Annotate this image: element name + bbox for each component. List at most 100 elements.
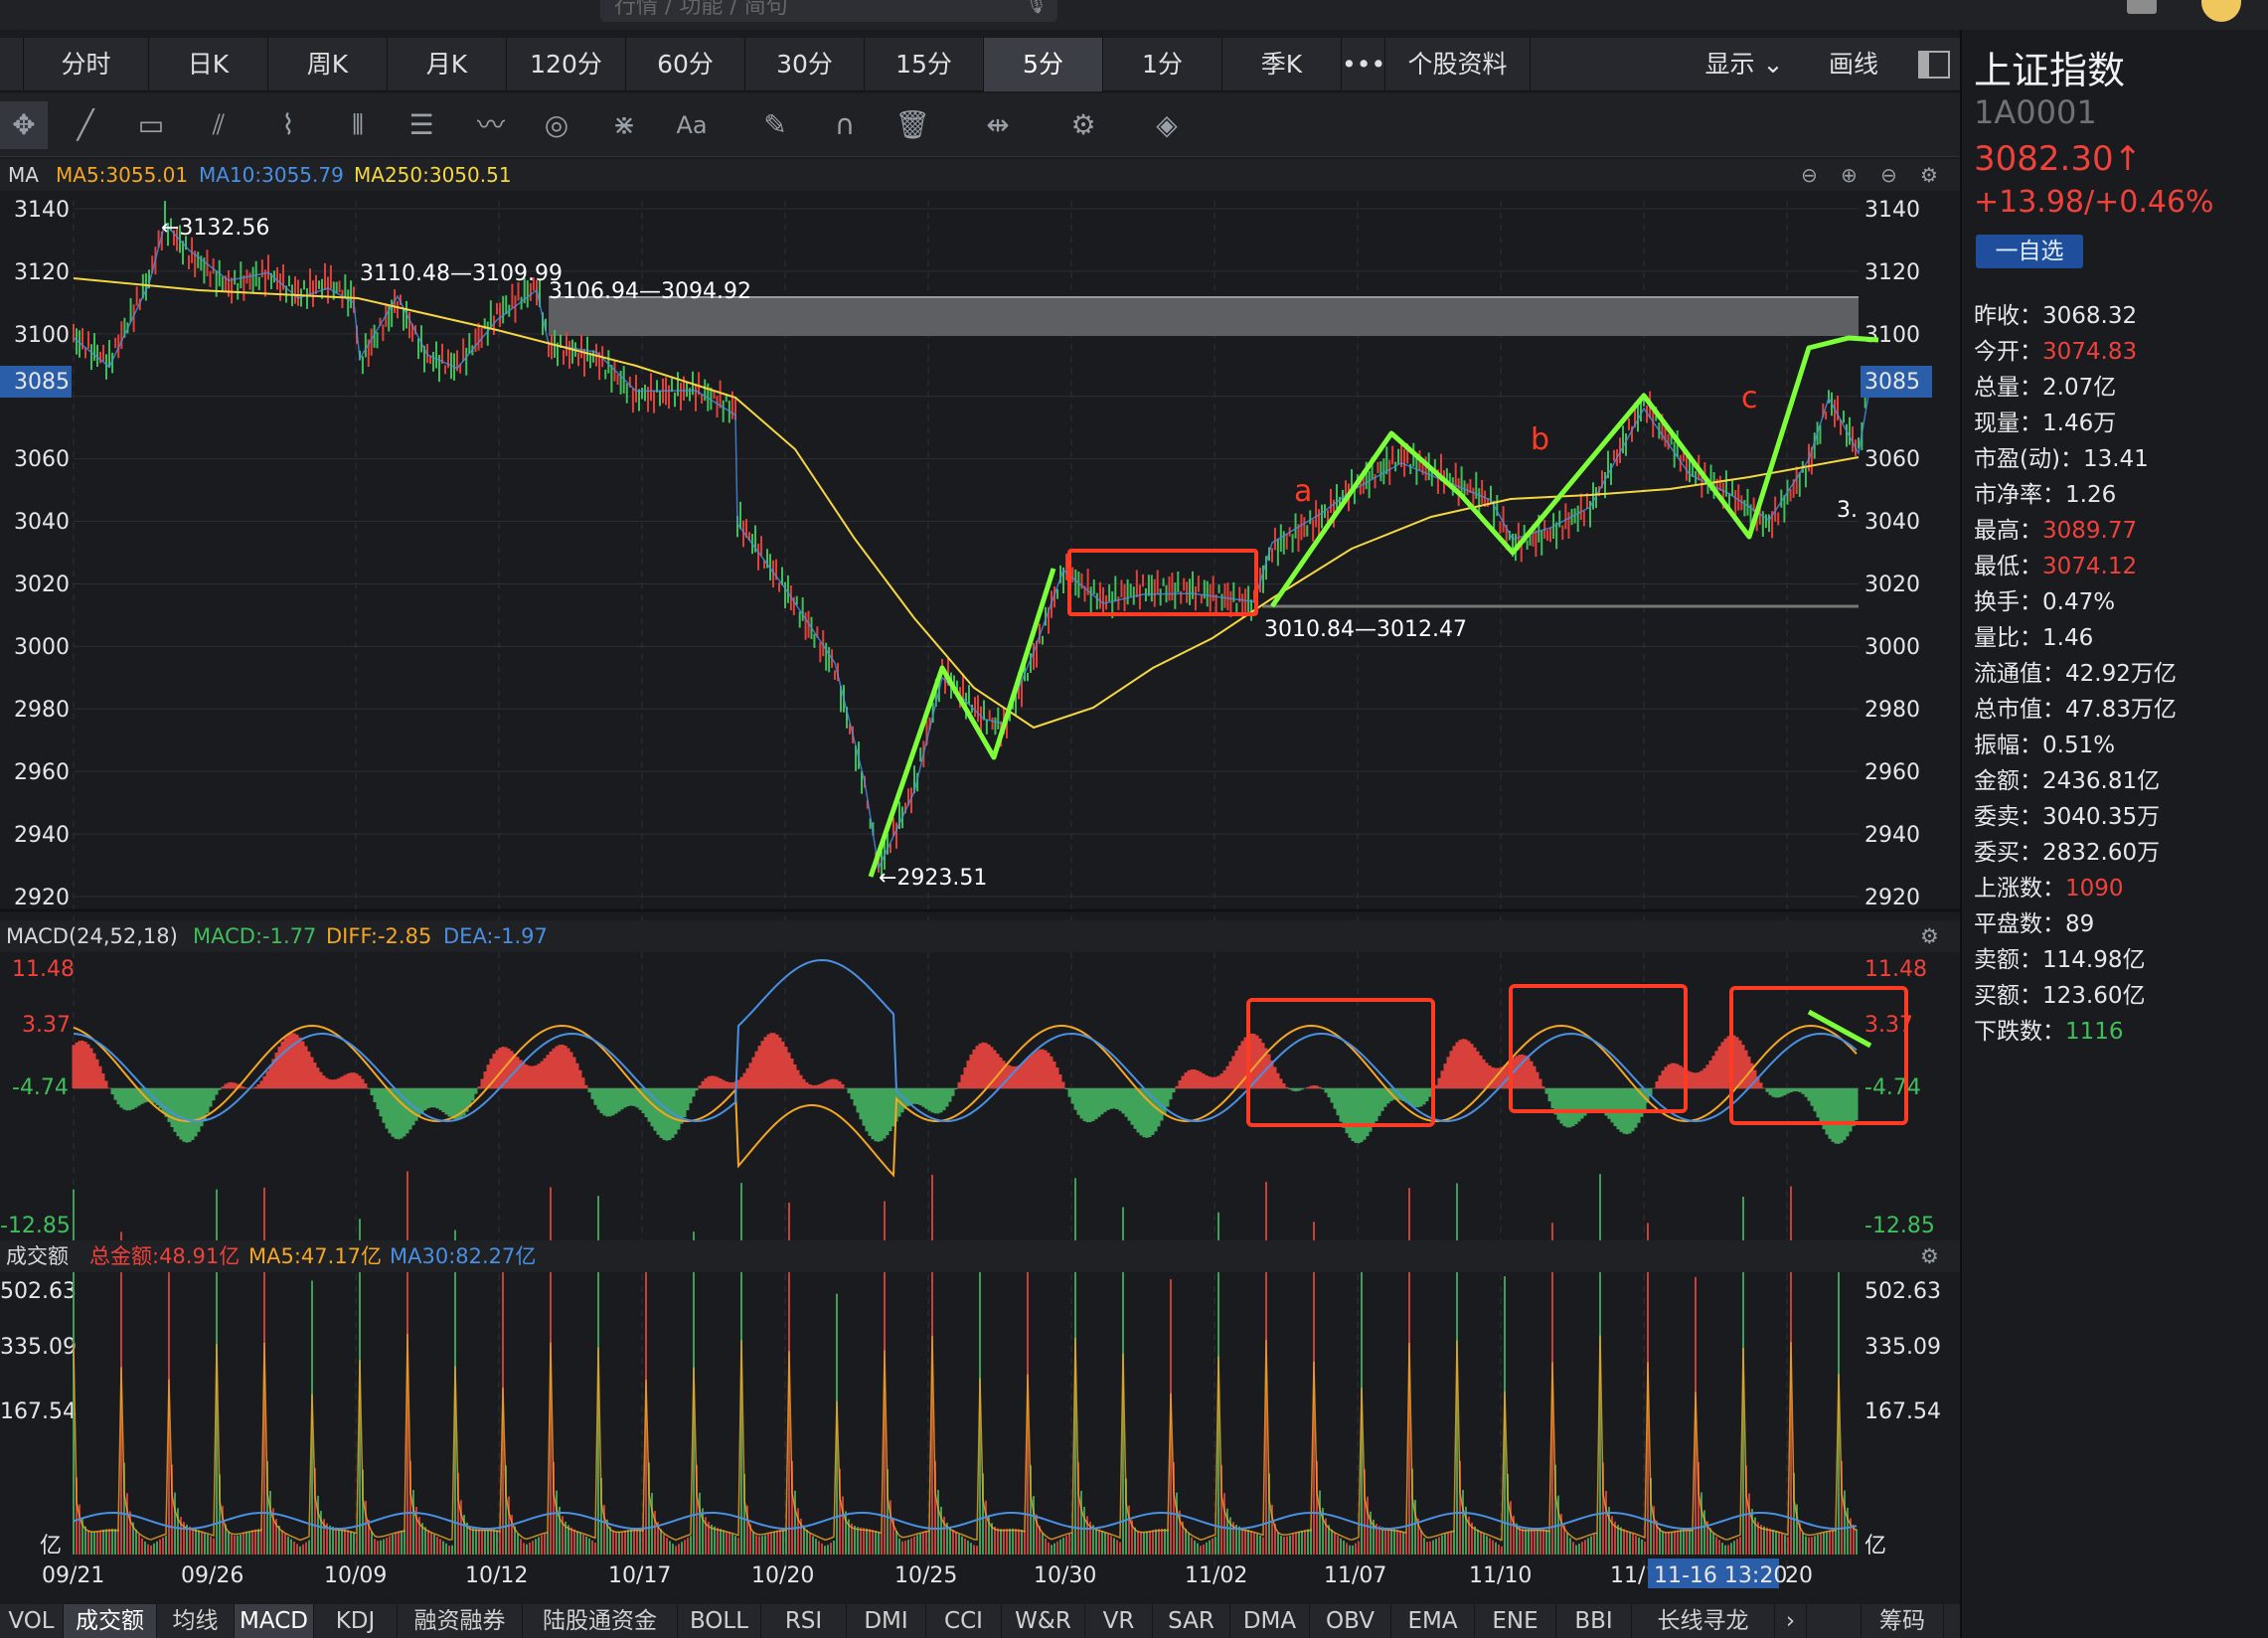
pattern-tool-icon[interactable]: ⌇ (264, 101, 312, 149)
macd-settings-icon[interactable]: ⚙ (1920, 920, 1939, 952)
stat-value: 3068.32 (2042, 303, 2138, 329)
date-tick: 11/02 (1185, 1563, 1247, 1588)
stat-value: 0.47% (2042, 589, 2116, 615)
zoom-in-icon[interactable]: ⊕ (1841, 159, 1858, 191)
layers-icon[interactable]: ◈ (1143, 101, 1191, 149)
stat-value: 1.46 (2042, 625, 2094, 651)
draw-line-button[interactable]: 画线 (1799, 38, 1908, 91)
price-tick: 3040 (1864, 510, 1920, 535)
tab-indicator-10[interactable]: CCI (926, 1604, 1002, 1638)
tab-period-9[interactable]: 1分 (1103, 38, 1222, 91)
vertical-lines-icon[interactable]: ⦀ (334, 101, 382, 149)
volume-header: 成交额 总金额:48.91亿 MA5:47.17亿 MA30:82.27亿 ⚙ (0, 1240, 1960, 1272)
stat-label: 委卖： (1974, 804, 2042, 830)
stat-label: 总市值： (1974, 697, 2065, 723)
stat-row: 昨收：3068.32 (1974, 296, 2137, 330)
collapse-icon[interactable]: ⊖ (1880, 159, 1897, 191)
tabs-scroll-right-icon[interactable]: › (1775, 1604, 1807, 1638)
line-tool-icon[interactable]: ╱ (62, 101, 109, 149)
price-tick: 3085 (1864, 370, 1920, 395)
user-settings-icon[interactable] (2127, 0, 2157, 14)
date-tick: 10/30 (1034, 1563, 1096, 1588)
tab-period-6[interactable]: 30分 (745, 38, 865, 91)
chips-tab[interactable]: 筹码 (1861, 1604, 1944, 1638)
tab-indicator-13[interactable]: SAR (1153, 1604, 1230, 1638)
tab-indicator-8[interactable]: RSI (761, 1604, 847, 1638)
tab-indicator-15[interactable]: OBV (1310, 1604, 1391, 1638)
stat-row: 流通值：42.92万亿 (1974, 654, 2177, 688)
display-label: 显示 (1704, 50, 1755, 79)
channel-tool-icon[interactable]: ⫽ (195, 101, 243, 149)
stat-row: 委卖：3040.35万 (1974, 797, 2160, 831)
move-tool-icon[interactable]: ✥ (0, 101, 48, 149)
tab-indicator-1[interactable]: 成交额 (64, 1604, 157, 1638)
tab-indicator-18[interactable]: BBI (1556, 1604, 1632, 1638)
stat-value: 1.46万 (2042, 410, 2117, 436)
microphone-icon[interactable]: 🎙 (1025, 0, 1048, 14)
trash-icon[interactable]: 🗑 (889, 101, 936, 149)
tab-period-5[interactable]: 60分 (626, 38, 745, 91)
tab-indicator-11[interactable]: W&R (1002, 1604, 1085, 1638)
tab-indicator-4[interactable]: KDJ (314, 1604, 398, 1638)
tab-period-3[interactable]: 月K (388, 38, 507, 91)
tab-indicator-17[interactable]: ENE (1475, 1604, 1556, 1638)
stat-value: 1090 (2065, 876, 2124, 901)
fibonacci-icon[interactable]: ☰ (398, 101, 445, 149)
tab-indicator-7[interactable]: BOLL (678, 1604, 761, 1638)
cycle-tool-icon[interactable]: ◎ (533, 101, 580, 149)
volume-ma5-line (73, 1333, 1858, 1542)
gann-tool-icon[interactable]: ⋇ (600, 101, 648, 149)
tab-indicator-6[interactable]: 陆股通资金 (523, 1604, 678, 1638)
chart-area[interactable]: 3140 3120 3100 3085 3060 3040 3020 3000 2980 2960… (0, 191, 1960, 1604)
tab-period-7[interactable]: 15分 (865, 38, 984, 91)
stat-value: 42.92万亿 (2065, 661, 2177, 687)
tab-period-8[interactable]: 5分 (984, 38, 1103, 91)
display-dropdown[interactable]: 显示 ⌄ (1690, 38, 1799, 91)
tab-indicator-16[interactable]: EMA (1391, 1604, 1475, 1638)
sidebar-toggle-icon[interactable] (0, 38, 24, 91)
zoom-out-icon[interactable]: ⊖ (1801, 159, 1818, 191)
price-tick: 3100 (1864, 323, 1920, 348)
tab-period-0[interactable]: 分时 (24, 38, 149, 91)
tab-indicator-12[interactable]: VR (1085, 1604, 1153, 1638)
search-input[interactable]: 行情 / 功能 / 简句 🎙 (600, 0, 1057, 22)
volume-tick: 502.63 (1864, 1279, 1941, 1304)
avatar[interactable] (2201, 0, 2241, 22)
tab-indicator-0[interactable]: VOL (0, 1604, 64, 1638)
stat-value: 3089.77 (2042, 518, 2138, 544)
panel-toggle-icon[interactable] (1908, 38, 1960, 91)
rectangle-tool-icon[interactable]: ▭ (127, 101, 175, 149)
brush-icon[interactable]: ✎ (751, 101, 799, 149)
volume-settings-icon[interactable]: ⚙ (1920, 1240, 1939, 1272)
tab-indicator-14[interactable]: DMA (1230, 1604, 1310, 1638)
price-tick: 3140 (1864, 198, 1920, 223)
text-tool-icon[interactable]: Aa (668, 101, 716, 149)
quote-panel: 上证指数 1A0001 3082.30↑ +13.98/+0.46% 一自选 昨… (1960, 30, 2268, 1638)
tab-indicator-9[interactable]: DMI (847, 1604, 926, 1638)
tab-period-4[interactable]: 120分 (507, 38, 626, 91)
tab-indicator-2[interactable]: 均线 (157, 1604, 235, 1638)
tab-period-10[interactable]: 季K (1222, 38, 1342, 91)
settings-gear-icon[interactable]: ⚙ (1059, 101, 1107, 149)
tab-indicator-3[interactable]: MACD (235, 1604, 314, 1638)
more-periods-button[interactable]: ••• (1342, 38, 1385, 91)
tab-period-2[interactable]: 周K (268, 38, 388, 91)
stat-label: 量比： (1974, 625, 2042, 651)
stock-profile-tab[interactable]: 个股资料 (1385, 38, 1531, 91)
stat-value: 3074.12 (2042, 554, 2138, 579)
drawing-toolbar: ✥ ╱ ▭ ⫽ ⌇ ⦀ ☰ 〰 ◎ ⋇ Aa ✎ ∩ 🗑 ⇹ ⚙ ◈ (0, 93, 1960, 157)
watchlist-button[interactable]: 一自选 (1976, 235, 2083, 268)
magnet-icon[interactable]: ∩ (821, 101, 869, 149)
stat-value: 123.60亿 (2042, 983, 2146, 1009)
tab-period-1[interactable]: 日K (149, 38, 268, 91)
chart-settings-icon[interactable]: ⚙ (1920, 159, 1938, 191)
price-tick: 2940 (1864, 823, 1920, 848)
split-icon[interactable]: ⇹ (974, 101, 1022, 149)
stat-label: 昨收： (1974, 303, 2042, 329)
tab-indicator-5[interactable]: 融资融券 (398, 1604, 523, 1638)
stat-row: 最低：3074.12 (1974, 547, 2137, 580)
macd-value: MACD:-1.77 (193, 924, 317, 948)
wave-tool-icon[interactable]: 〰 (467, 101, 515, 149)
tab-indicator-19[interactable]: 长线寻龙 (1632, 1604, 1775, 1638)
price-tick: 3060 (1864, 447, 1920, 472)
